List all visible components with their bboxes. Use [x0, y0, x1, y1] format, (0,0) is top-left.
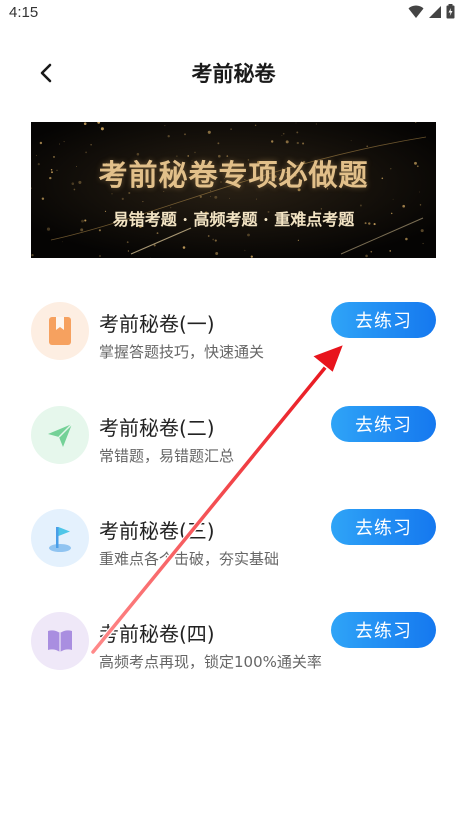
practice-button[interactable]: 去练习: [331, 406, 436, 442]
banner-title: 考前秘卷专项必做题: [98, 158, 369, 192]
status-time: 4:15: [9, 4, 39, 21]
page-title: 考前秘卷: [191, 62, 276, 86]
open-book-icon: [48, 630, 72, 652]
item-title: 考前秘卷(四): [99, 622, 215, 646]
item-icon-container: [31, 509, 89, 567]
item-icon-container: [31, 612, 89, 670]
list-item: 考前秘卷(一) 掌握答题技巧，快速通关 去练习: [0, 288, 467, 378]
flag-icon: [49, 527, 71, 552]
item-icon-container: [31, 302, 89, 360]
item-title: 考前秘卷(一): [99, 312, 215, 336]
item-icon-container: [31, 406, 89, 464]
item-description: 常错题，易错题汇总: [99, 447, 235, 465]
item-description: 重难点各个击破，夯实基础: [99, 550, 280, 568]
paper-plane-icon: [48, 423, 73, 447]
banner-subtitle: 易错考题 · 高频考题 · 重难点考题: [112, 210, 355, 229]
signal-icon: [429, 5, 441, 18]
status-bar: 4:15: [0, 0, 467, 26]
status-icons: [408, 4, 455, 19]
header: 考前秘卷: [0, 50, 467, 94]
battery-icon: [446, 4, 455, 19]
practice-button[interactable]: 去练习: [331, 509, 436, 545]
item-description: 高频考点再现，锁定100%通关率: [99, 653, 322, 671]
wifi-icon: [408, 5, 424, 18]
list-item: 考前秘卷(三) 重难点各个击破，夯实基础 去练习: [0, 495, 467, 585]
item-title: 考前秘卷(三): [99, 519, 215, 543]
promo-banner[interactable]: 考前秘卷专项必做题 易错考题 · 高频考题 · 重难点考题: [31, 122, 436, 258]
list-item: 考前秘卷(四) 高频考点再现，锁定100%通关率 去练习: [0, 598, 467, 688]
item-title: 考前秘卷(二): [99, 416, 215, 440]
bookmark-icon: [49, 317, 71, 345]
practice-button[interactable]: 去练习: [331, 302, 436, 338]
practice-button[interactable]: 去练习: [331, 612, 436, 648]
list-item: 考前秘卷(二) 常错题，易错题汇总 去练习: [0, 392, 467, 482]
item-description: 掌握答题技巧，快速通关: [99, 343, 265, 361]
